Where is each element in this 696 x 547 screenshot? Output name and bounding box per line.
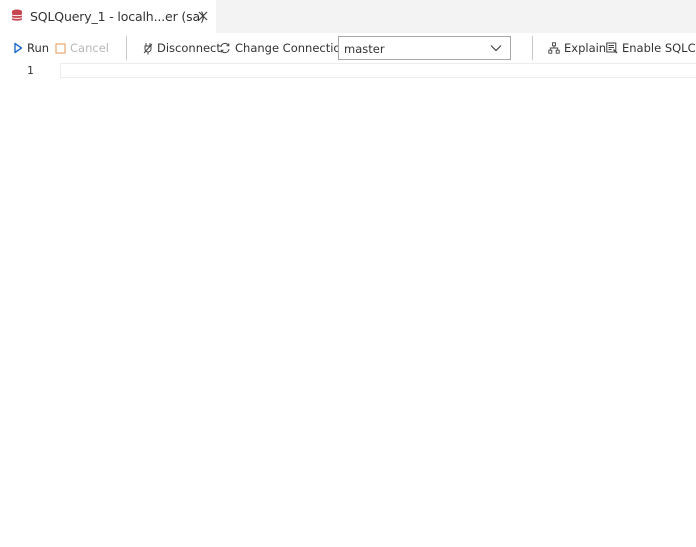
cancel-button[interactable]: Cancel: [55, 33, 109, 63]
change-connection-label: Change Connection: [235, 41, 348, 55]
tab-sqlquery-1[interactable]: SQLQuery_1 - localh...er (sa): [0, 0, 217, 33]
disconnect-button[interactable]: Disconnect: [143, 33, 221, 63]
run-button[interactable]: Run: [13, 33, 49, 63]
database-icon: [11, 9, 23, 21]
sqlcmd-label: Enable SQLCMD: [622, 41, 696, 55]
run-label: Run: [27, 41, 50, 55]
editor-tab-bar: SQLQuery_1 - localh...er (sa): [0, 0, 696, 33]
cancel-label: Cancel: [70, 41, 109, 55]
change-connection-icon: [220, 42, 230, 54]
line-number: 1: [27, 64, 34, 77]
chevron-down-icon: [490, 45, 502, 52]
tab-title: SQLQuery_1 - localh...er (sa): [30, 9, 205, 24]
explain-button[interactable]: Explain: [548, 33, 606, 63]
text-cursor: [61, 64, 62, 77]
database-select[interactable]: master: [338, 36, 511, 60]
sqlcmd-icon: [606, 42, 618, 54]
explain-plan-icon: [548, 42, 560, 54]
toolbar-separator: [126, 36, 127, 60]
stop-icon: [55, 42, 66, 54]
current-line-highlight[interactable]: [60, 63, 696, 78]
explain-label: Explain: [564, 41, 607, 55]
close-icon[interactable]: [196, 9, 210, 23]
toolbar-separator: [532, 36, 533, 60]
run-icon: [14, 42, 23, 54]
query-toolbar: Run Cancel Disconnect Change Connection …: [0, 33, 696, 63]
change-connection-button[interactable]: Change Connection: [219, 33, 348, 63]
disconnect-plug-icon: [143, 42, 153, 54]
sql-editor[interactable]: 1: [0, 63, 696, 547]
database-select-value: master: [344, 42, 385, 56]
enable-sqlcmd-button[interactable]: Enable SQLCMD: [606, 33, 696, 63]
disconnect-label: Disconnect: [157, 41, 221, 55]
